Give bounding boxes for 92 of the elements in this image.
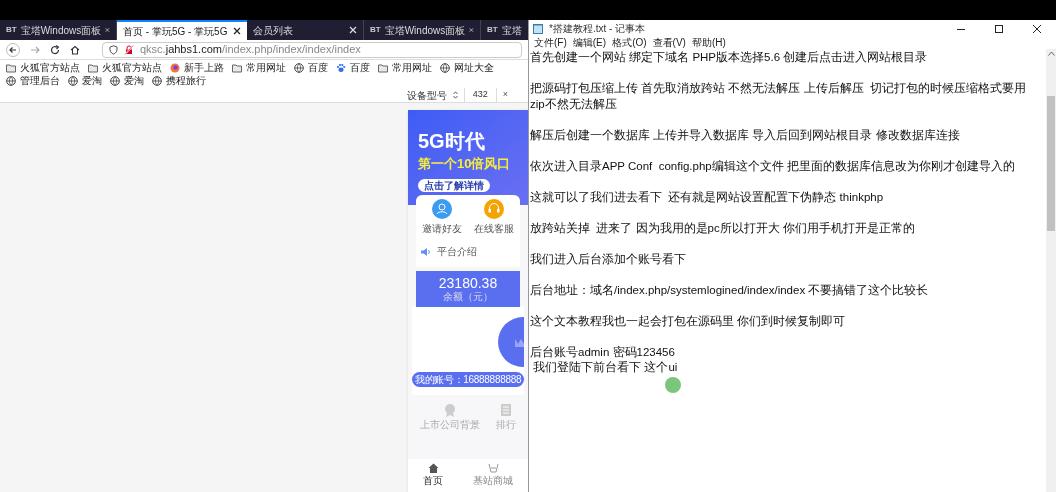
tab-title: 宝塔 [501, 23, 522, 38]
insecure-lock-icon [124, 44, 134, 55]
bookmark-item[interactable]: 网址大全 [440, 61, 494, 74]
close-icon[interactable] [1032, 23, 1042, 34]
scrollbar[interactable] [1046, 49, 1056, 492]
balance-amount: 23180.38 [438, 275, 498, 291]
folder-icon [232, 62, 242, 73]
bookmark-item[interactable]: 爱淘 [68, 74, 102, 87]
tower-icon [487, 463, 499, 473]
shortcut-label: 邀请好友 [422, 222, 462, 236]
nav-label: 首页 [423, 474, 443, 488]
window-title: *搭建教程.txt - 记事本 [549, 22, 647, 36]
text-line: 放跨站关掉 进来了 因为我用的是pc所以打开大 你们用手机打开是正常的 [530, 220, 915, 236]
text-line: 我们登陆下前台看下 这个ui [532, 360, 678, 375]
back-icon[interactable] [6, 42, 20, 57]
reload-icon[interactable] [50, 44, 60, 55]
person-icon [432, 199, 452, 219]
folder-icon [88, 62, 98, 73]
home-icon[interactable] [70, 44, 80, 55]
scroll-up-icon[interactable] [1047, 51, 1055, 56]
maximize-icon[interactable] [994, 23, 1004, 34]
bookmark-item[interactable]: 百度 [294, 61, 328, 74]
globe-icon [110, 75, 120, 86]
bookmark-item[interactable]: 管理后台 [6, 74, 60, 87]
bookmark-item[interactable]: 火狐官方站点 [88, 61, 162, 74]
text-line: 这就可以了我们进去看下 还有就是网站设置配置下伪静态 thinkphp [530, 189, 884, 205]
tab-title: 首页 - 掌玩5G - 掌玩5G [123, 24, 229, 39]
address-field[interactable]: qksc.jahbs1.com/index.php/index/index/index [102, 41, 522, 58]
fox-logo-icon [170, 62, 180, 73]
tab-logo: BT [6, 24, 17, 36]
text-line: 依次进入目录APP Conf config.php编辑这个文件 把里面的数据库信息改为你刚才创建导入的 [530, 158, 1015, 174]
text-line: 这个文本教程我也一起会打包在源码里 你们到时候复制即可 [530, 313, 846, 329]
folder-icon [6, 62, 16, 73]
bookmark-item[interactable]: 携程旅行 [152, 74, 206, 87]
shortcut-item[interactable]: 邀请好友 [422, 199, 462, 236]
badge-icon [443, 403, 457, 417]
home-icon [427, 463, 439, 473]
globe-icon [294, 62, 304, 73]
menu-item[interactable]: 文件(F) [533, 37, 568, 49]
menu-item[interactable]: 帮助(H) [690, 37, 727, 49]
notice-text: 平台介绍 [437, 245, 477, 259]
nav-label: 基站商城 [473, 474, 513, 488]
menu-item[interactable]: 查看(V) [651, 37, 687, 49]
bookmark-item[interactable]: 常用网址 [378, 61, 432, 74]
tab-title: 宝塔Windows面板 [20, 23, 102, 38]
scrollbar-thumb[interactable] [1047, 96, 1055, 231]
notepad-icon [533, 23, 543, 34]
headset-icon [484, 199, 504, 219]
globe-icon [152, 75, 162, 86]
browser-tab[interactable]: 首页 - 掌玩5G - 掌玩5G [117, 20, 247, 40]
details-button[interactable]: 点击了解详情 [418, 179, 490, 192]
text-line: 解压后创建一个数据库 上传并导入数据库 导入后回到网站根目录 修改数据库连接 [530, 127, 960, 143]
updown-icon[interactable] [452, 91, 458, 99]
menu-item[interactable]: 编辑(E) [571, 37, 608, 49]
bookmark-item[interactable]: 火狐官方站点 [6, 61, 80, 74]
device-model-label: 设备型号 [406, 88, 447, 103]
text-line: 首先创建一个网站 绑定下域名 PHP版本选择5.6 创建后点击进入网站根目录 [530, 50, 928, 65]
bookmark-item[interactable]: 新手上路 [170, 61, 224, 74]
shortcut-label: 在线客服 [474, 222, 514, 236]
account-badge: 我的账号：16888888888 [412, 372, 524, 387]
paw-icon [336, 62, 346, 73]
text-line: 后台地址：域名/index.php/systemlogined/index/index 不要搞错了这个比较长 [530, 282, 929, 298]
globe-icon [6, 75, 16, 86]
text-line: 后台账号admin 密码123456 [530, 344, 675, 360]
nav-tab[interactable]: 基站商城 [473, 463, 513, 488]
link-label: 排行 [496, 418, 516, 432]
speaker-icon [420, 246, 431, 257]
folder-icon [378, 62, 388, 73]
banner-slogan: 第一个10倍风口 [418, 156, 511, 171]
tab-title: 宝塔Windows面板 [384, 23, 466, 38]
text-line: 我们进入后台添加个账号看下 [530, 251, 686, 267]
menu-item[interactable]: 格式(O) [611, 37, 648, 49]
bookmark-item[interactable]: 爱淘 [110, 74, 144, 87]
crown-circle-drawing [498, 317, 524, 367]
times-sign: × [502, 88, 508, 102]
tab-title: 会员列表 [253, 23, 294, 38]
shield-icon [109, 44, 118, 55]
text-line: 把源码打包压缩上传 首先取消放跨站 不然无法解压 上传后解压 切记打包的时候压缩格式要用zip不然无法解压 [530, 81, 1027, 112]
close-icon[interactable] [233, 27, 241, 35]
banner-title: 5G时代 [418, 130, 485, 152]
url-text: qksc.jahbs1.com/index.php/index/index/index [140, 42, 361, 58]
nav-tab[interactable]: 首页 [423, 463, 443, 488]
globe-icon [440, 62, 450, 73]
balance-label: 余额（元） [443, 291, 493, 303]
list-icon [499, 403, 513, 417]
width-field[interactable]: 432 [463, 88, 497, 102]
tab-logo: BT [370, 24, 381, 36]
shortcut-item[interactable]: 在线客服 [474, 199, 514, 236]
globe-icon [68, 75, 78, 86]
tab-logo: BT [487, 24, 498, 36]
bookmark-item[interactable]: 常用网址 [232, 61, 286, 74]
bookmark-item[interactable]: 百度 [336, 61, 370, 74]
